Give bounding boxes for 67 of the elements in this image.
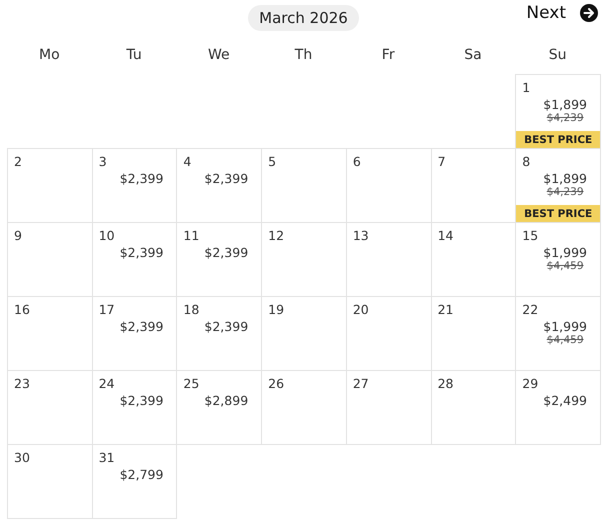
best-price-badge: BEST PRICE: [516, 131, 600, 148]
day-number: 25: [182, 376, 200, 391]
day-number: 28: [436, 376, 454, 391]
old-price: $4,239: [546, 112, 584, 124]
day-number: 30: [13, 450, 30, 465]
price: $1,899: [542, 97, 588, 112]
day-number: 2: [13, 154, 22, 169]
weekday-label: Sa: [463, 46, 483, 65]
day-cell[interactable]: 30: [7, 444, 93, 519]
weekday-label: Th: [294, 46, 314, 65]
weekday-label: Fr: [380, 46, 396, 65]
weekday-label: Su: [548, 46, 568, 65]
day-number: 14: [436, 228, 454, 243]
day-cell[interactable]: 1 $1,899 $4,239 BEST PRICE: [515, 74, 601, 149]
day-cell[interactable]: 29 $2,499: [515, 370, 601, 445]
day-number: 16: [13, 302, 30, 317]
day-number: 10: [98, 228, 115, 243]
old-price: $4,459: [546, 334, 584, 346]
best-price-badge: BEST PRICE: [516, 205, 600, 222]
day-number: 23: [13, 376, 30, 391]
price: $2,399: [118, 393, 164, 408]
old-price: $4,459: [546, 260, 584, 272]
day-number: 20: [352, 302, 369, 317]
arrow-right-icon: [580, 4, 598, 22]
day-number: 6: [352, 154, 361, 169]
price: $1,999: [542, 319, 588, 334]
day-number: 24: [98, 376, 115, 391]
day-cell[interactable]: 2: [7, 148, 93, 223]
price: $2,899: [203, 393, 248, 408]
price: $1,899: [542, 171, 588, 186]
day-number: 9: [13, 228, 22, 243]
month-title: March 2026: [248, 5, 359, 31]
day-number: 21: [436, 302, 454, 317]
weekday-label: Tu: [125, 46, 143, 65]
price: $2,399: [118, 171, 164, 186]
day-number: 13: [352, 228, 369, 243]
day-number: 1: [521, 80, 530, 95]
day-number: 7: [436, 154, 446, 169]
day-number: 3: [98, 154, 107, 169]
price: $2,799: [118, 467, 164, 482]
price: $1,999: [542, 245, 588, 260]
next-button[interactable]: Next: [526, 3, 600, 23]
day-number: 17: [98, 302, 115, 317]
weekday-label: We: [206, 46, 231, 65]
day-number: 27: [352, 376, 369, 391]
weekday-label: Mo: [38, 46, 61, 65]
day-number: 15: [521, 228, 538, 243]
price: $2,399: [203, 319, 248, 334]
day-number: 12: [267, 228, 284, 243]
day-number: 18: [182, 302, 200, 317]
day-number: 11: [182, 228, 200, 243]
price: $2,399: [203, 245, 248, 260]
day-number: 22: [521, 302, 538, 317]
day-number: 5: [267, 154, 276, 169]
price: $2,399: [118, 319, 164, 334]
day-number: 19: [267, 302, 284, 317]
price: $2,499: [542, 393, 588, 408]
day-number: 29: [521, 376, 538, 391]
old-price: $4,239: [546, 186, 584, 198]
price: $2,399: [118, 245, 164, 260]
day-cell[interactable]: 31 $2,799: [92, 444, 178, 519]
day-number: 8: [521, 154, 530, 169]
price: $2,399: [203, 171, 248, 186]
day-number: 26: [267, 376, 284, 391]
day-number: 31: [98, 450, 115, 465]
day-number: 4: [182, 154, 192, 169]
day-cell[interactable]: 8 $1,899 $4,239 BEST PRICE: [515, 148, 601, 223]
